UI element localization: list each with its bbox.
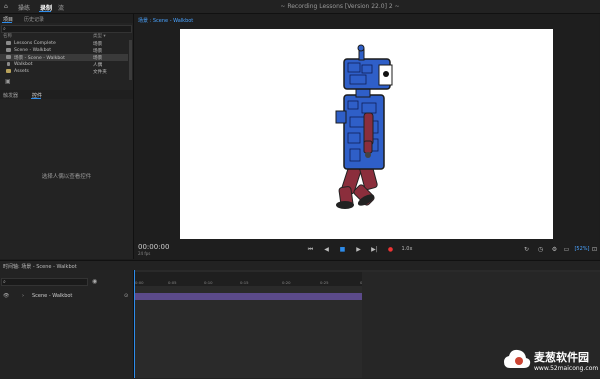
- list-item[interactable]: Scene - Walkbot 场景: [0, 47, 128, 54]
- scene-icon: [6, 48, 11, 52]
- item-name: Scene - Walkbot: [14, 48, 52, 53]
- search-input[interactable]: ⌕: [1, 25, 132, 33]
- eye-icon[interactable]: 👁: [3, 293, 9, 299]
- scene-track-bar[interactable]: [134, 293, 362, 300]
- search-icon: ⌕: [3, 279, 6, 285]
- grid-icon[interactable]: ▭: [562, 245, 571, 254]
- lock-icon[interactable]: ⊙: [124, 293, 128, 299]
- item-name: Walkbot: [14, 62, 33, 67]
- folder-icon: [6, 69, 11, 73]
- settings-icon[interactable]: ⚙: [550, 245, 559, 254]
- tick-label: 0:10: [204, 280, 213, 285]
- playback-speed[interactable]: 1.0x: [400, 245, 414, 254]
- folder-add-icon[interactable]: ▣: [5, 78, 11, 85]
- tab-triggers[interactable]: 触发器: [3, 92, 18, 99]
- tick-label: 0:15: [240, 280, 249, 285]
- nav-stream[interactable]: 流: [58, 3, 64, 12]
- item-type: 文件夹: [93, 70, 107, 75]
- expand-chevron-icon[interactable]: ›: [22, 293, 24, 299]
- step-back-icon[interactable]: ◀: [322, 245, 331, 254]
- timeline-title: 时间轴: 场景 - Scene - Walkbot: [3, 264, 77, 270]
- zoom-level[interactable]: [52%]: [574, 245, 590, 254]
- visibility-icon[interactable]: ◉: [92, 278, 97, 285]
- scrollbar[interactable]: [129, 40, 132, 80]
- go-to-start-icon[interactable]: ⏮: [306, 245, 315, 254]
- tab-history[interactable]: 历史记录: [24, 16, 44, 23]
- scene-icon: [6, 55, 11, 59]
- cloud-logo-icon: [504, 349, 531, 368]
- play-icon[interactable]: ▶: [354, 245, 363, 254]
- record-icon[interactable]: ●: [386, 245, 395, 254]
- list-item[interactable]: Lessons Complete 场景: [0, 40, 128, 47]
- tick-label: 0:05: [168, 280, 177, 285]
- tick-label: 0:20: [282, 280, 291, 285]
- timeline-search-input[interactable]: ⌕: [1, 278, 88, 286]
- scene-breadcrumb[interactable]: 场景 : Scene - Walkbot: [138, 17, 193, 24]
- track-name: Scene - Walkbot: [32, 293, 73, 299]
- refresh-icon[interactable]: ↻: [522, 245, 531, 254]
- tick-label: 0:25: [320, 280, 329, 285]
- home-icon[interactable]: ⌂: [4, 3, 8, 10]
- walkbot-puppet: [335, 44, 393, 209]
- top-bar: ⌂ 操练 录制 流 ~ Recording Lessons [Version 2…: [0, 0, 600, 14]
- bottom-tabs: 触发器 控件: [0, 90, 133, 99]
- empty-controls-message: 选择人偶以查看控件: [41, 174, 92, 180]
- scene-icon: [6, 41, 11, 45]
- list-item[interactable]: Assets 文件夹: [0, 68, 128, 75]
- list-item[interactable]: Walkbot 人偶: [0, 61, 128, 68]
- playhead[interactable]: [134, 270, 135, 378]
- puppet-icon: [7, 62, 10, 66]
- stop-icon[interactable]: ■: [338, 245, 347, 254]
- column-name[interactable]: 名称: [3, 33, 12, 39]
- column-header: 名称 类型 ▾: [0, 33, 128, 39]
- watermark-brand: 麦葱软件园: [534, 351, 589, 364]
- nav-rehearse[interactable]: 操练: [18, 3, 30, 12]
- item-name: Assets: [14, 69, 29, 74]
- transport-bar: ⏮ ◀ ■ ▶ ▶| ● 1.0x ↻ ◷ ⚙ ▭ [52%] ⊡: [134, 241, 599, 259]
- window-title: ~ Recording Lessons [Version 22.0] 2 ~: [280, 3, 400, 10]
- project-tabs: 项目 历史记录: [0, 14, 133, 23]
- column-type[interactable]: 类型 ▾: [93, 33, 106, 39]
- timer-icon[interactable]: ◷: [536, 245, 545, 254]
- track-list: ⌕ ◉ 👁 › Scene - Walkbot ⊙: [0, 270, 134, 378]
- item-name: Lessons Complete: [14, 41, 56, 46]
- search-icon: ⌕: [3, 26, 6, 32]
- active-nav-underline: [39, 11, 51, 12]
- list-item-selected[interactable]: 场景 - Scene - Walkbot 场景: [0, 54, 128, 61]
- watermark: 麦葱软件园 www.52maicong.com: [502, 343, 600, 378]
- project-panel: 项目 历史记录 ⌕ 名称 类型 ▾ Lessons Complete 场景 Sc…: [0, 14, 134, 259]
- tick-label: 0:00: [135, 280, 144, 285]
- watermark-url: www.52maicong.com: [534, 365, 599, 372]
- step-forward-icon[interactable]: ▶|: [370, 245, 379, 254]
- fit-icon[interactable]: ⊡: [590, 245, 599, 254]
- scene-canvas[interactable]: [180, 29, 553, 239]
